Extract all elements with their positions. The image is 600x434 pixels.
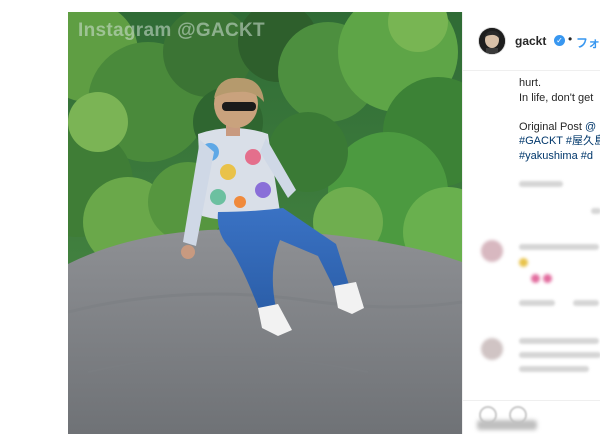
emoji-icon <box>543 274 552 283</box>
avatar[interactable] <box>479 28 505 54</box>
post-header: gackt ✓ • フォロ <box>463 12 600 71</box>
watermark-text: Instagram @GACKT <box>78 20 265 41</box>
comment-text-blurred <box>519 244 599 250</box>
commenter-avatar[interactable] <box>481 240 503 262</box>
hashtag-line[interactable]: #yakushima #d <box>519 149 600 164</box>
comment-text-blurred <box>519 338 599 344</box>
post-photo <box>68 12 462 434</box>
post-side-panel: gackt ✓ • フォロ hurt. In life, don't get O… <box>462 12 600 434</box>
emoji-icon <box>531 274 540 283</box>
verified-badge-icon: ✓ <box>554 35 565 46</box>
mention-link[interactable]: @ <box>585 121 596 133</box>
follow-button[interactable]: フォロ <box>576 34 600 51</box>
caption-line: hurt. <box>519 77 542 89</box>
emoji-icon <box>519 258 528 267</box>
comment-reply-blurred <box>573 300 599 306</box>
username-link[interactable]: gackt <box>515 34 546 48</box>
comment-text-blurred <box>519 366 589 372</box>
post-caption: hurt. In life, don't get Original Post @… <box>519 76 600 163</box>
comment-text-blurred <box>519 352 600 358</box>
comment-meta-blurred <box>519 300 555 306</box>
avatar-image <box>479 28 505 54</box>
caption-line: Original Post @ <box>519 120 600 135</box>
divider <box>463 400 600 401</box>
separator-dot: • <box>568 32 573 46</box>
page-background <box>0 0 68 434</box>
likes-count-blurred <box>477 420 537 430</box>
comment-action-blurred <box>591 208 600 214</box>
caption-line: In life, don't get <box>519 91 594 104</box>
post-media[interactable]: Instagram @GACKT <box>68 12 462 434</box>
caption-text: Original Post <box>519 120 586 133</box>
commenter-avatar[interactable] <box>481 338 503 360</box>
hashtag-line[interactable]: #GACKT #屋久島 <box>519 134 600 149</box>
caption-timestamp-blurred <box>519 181 563 187</box>
